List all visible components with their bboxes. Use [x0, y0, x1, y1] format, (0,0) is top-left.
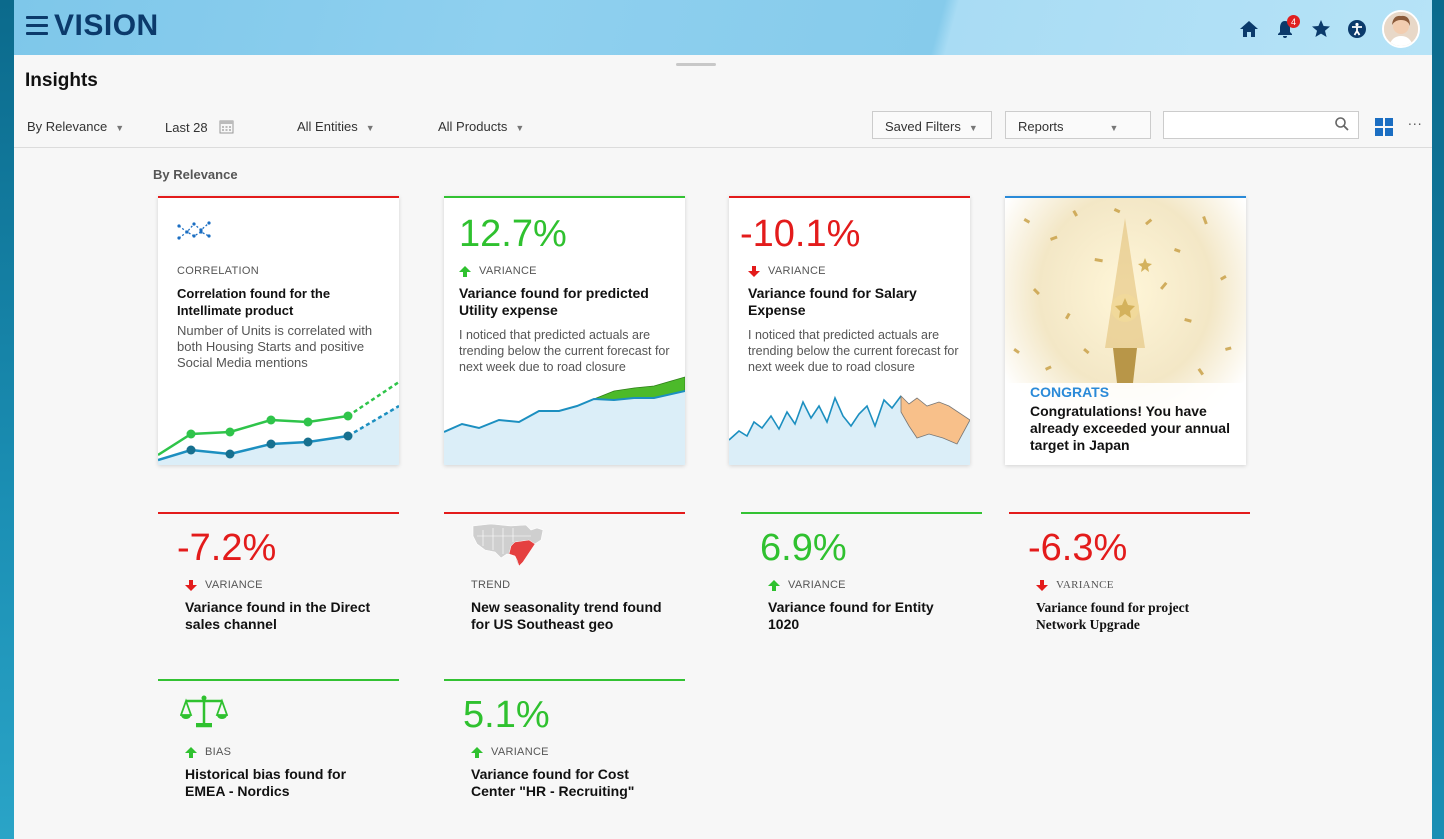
- card-category: VARIANCE: [1036, 579, 1114, 591]
- insight-card-project[interactable]: -6.3% VARIANCE Variance found for projec…: [1009, 512, 1250, 644]
- card-category: VARIANCE: [185, 579, 263, 591]
- sparkline-chart: [729, 395, 970, 465]
- arrow-up-icon: [471, 746, 483, 758]
- period-label: Last 28: [165, 120, 208, 135]
- search-box: [1163, 111, 1359, 139]
- card-category-label: BIAS: [205, 746, 232, 758]
- chevron-down-icon: ▼: [1109, 123, 1119, 133]
- card-value: -10.1%: [740, 213, 861, 255]
- arrow-up-icon: [185, 746, 197, 758]
- scale-icon: [180, 695, 228, 728]
- card-category-label: VARIANCE: [479, 265, 537, 277]
- sort-dropdown[interactable]: By Relevance ▼: [27, 119, 124, 134]
- page-title: Insights: [25, 70, 98, 91]
- sparkline-chart: [158, 380, 399, 465]
- card-category-label: VARIANCE: [768, 265, 826, 277]
- card-value: -7.2%: [177, 527, 277, 569]
- drag-handle[interactable]: [676, 63, 716, 66]
- card-title: Variance found for predicted Utility exp…: [459, 285, 649, 318]
- sparkline-chart: [444, 376, 685, 465]
- app-logo[interactable]: VISION: [54, 9, 159, 43]
- calendar-icon: [219, 120, 234, 134]
- left-background: [0, 0, 14, 839]
- star-icon[interactable]: [1310, 18, 1332, 40]
- products-dropdown[interactable]: All Products ▼: [438, 119, 524, 134]
- more-options-icon[interactable]: ∙∙∙: [1408, 115, 1423, 131]
- period-picker[interactable]: Last 28: [165, 119, 234, 135]
- main-content: Insights By Relevance ▼ Last 28 All Entit…: [14, 55, 1432, 839]
- saved-filters-label: Saved Filters: [885, 119, 961, 134]
- card-category-label: VARIANCE: [205, 579, 263, 591]
- insight-card-entity[interactable]: 6.9% VARIANCE Variance found for Entity …: [741, 512, 982, 644]
- card-title: Historical bias found for EMEA - Nordics: [185, 766, 347, 799]
- search-input[interactable]: [1168, 113, 1332, 139]
- products-label: All Products: [438, 119, 508, 134]
- chevron-down-icon: ▼: [365, 123, 375, 133]
- insight-card-direct[interactable]: -7.2% VARIANCE Variance found in the Dir…: [158, 512, 399, 644]
- card-title: Variance found for project Network Upgra…: [1036, 600, 1190, 632]
- correlation-icon: [177, 221, 211, 240]
- entities-label: All Entities: [297, 119, 358, 134]
- avatar[interactable]: [1382, 10, 1420, 48]
- card-category: VARIANCE: [768, 579, 846, 591]
- card-title: Variance found for Entity 1020: [768, 599, 934, 632]
- insight-card-utility[interactable]: 12.7% VARIANCE Variance found for predic…: [444, 196, 685, 465]
- arrow-down-icon: [185, 579, 197, 591]
- section-label: By Relevance: [153, 167, 238, 182]
- bell-icon[interactable]: 4: [1274, 15, 1300, 40]
- search-icon[interactable]: [1334, 116, 1350, 132]
- card-value: 12.7%: [459, 213, 567, 255]
- arrow-down-icon: [1036, 579, 1048, 591]
- home-icon[interactable]: [1238, 18, 1260, 40]
- notification-badge: 4: [1287, 15, 1300, 28]
- insight-card-salary[interactable]: -10.1% VARIANCE Variance found for Salar…: [729, 196, 970, 465]
- entities-dropdown[interactable]: All Entities ▼: [297, 119, 375, 134]
- card-title: Correlation found for the Intellimate pr…: [177, 286, 331, 318]
- card-value: 6.9%: [760, 527, 847, 569]
- card-category-label: VARIANCE: [788, 579, 846, 591]
- reports-dropdown[interactable]: Reports ▼: [1005, 111, 1151, 139]
- card-category-label: VARIANCE: [1056, 579, 1114, 591]
- insight-card-trend[interactable]: TREND New seasonality trend found for US…: [444, 512, 685, 644]
- card-value: 5.1%: [463, 694, 550, 736]
- filter-toolbar: By Relevance ▼ Last 28 All Entities ▼ All …: [14, 107, 1432, 148]
- insight-card-correlation[interactable]: CORRELATION Correlation found for the In…: [158, 196, 399, 465]
- right-background: [1432, 0, 1444, 839]
- insight-card-bias[interactable]: BIAS Historical bias found for EMEA - No…: [158, 679, 399, 811]
- card-description: Number of Units is correlated with both …: [177, 323, 373, 370]
- card-title: Variance found for Salary Expense: [748, 285, 917, 318]
- card-category: VARIANCE: [459, 265, 537, 277]
- chevron-down-icon: ▼: [115, 123, 125, 133]
- card-description: I noticed that predicted actuals are tre…: [748, 328, 959, 374]
- saved-filters-dropdown[interactable]: Saved Filters ▼: [872, 111, 992, 139]
- card-category: CONGRATS: [1030, 384, 1110, 400]
- arrow-up-icon: [768, 579, 780, 591]
- card-category: CORRELATION: [177, 265, 259, 277]
- card-category: TREND: [471, 579, 511, 591]
- accessibility-icon[interactable]: [1346, 18, 1368, 40]
- sort-label: By Relevance: [27, 119, 108, 134]
- card-value: -6.3%: [1028, 527, 1128, 569]
- card-description: I noticed that predicted actuals are tre…: [459, 328, 670, 374]
- card-category: VARIANCE: [748, 265, 826, 277]
- grid-view-icon[interactable]: [1375, 118, 1393, 136]
- card-category-label: VARIANCE: [491, 746, 549, 758]
- card-title: Congratulations! You have already exceed…: [1030, 403, 1230, 453]
- app-header: VISION 4: [14, 0, 1432, 55]
- insight-card-cost[interactable]: 5.1% VARIANCE Variance found for Cost Ce…: [444, 679, 685, 811]
- card-title: Variance found for Cost Center "HR - Rec…: [471, 766, 635, 799]
- card-category: BIAS: [185, 746, 231, 758]
- header-actions: 4: [1238, 10, 1420, 48]
- menu-icon[interactable]: [26, 16, 48, 36]
- reports-label: Reports: [1018, 119, 1064, 134]
- insight-card-congrats[interactable]: CONGRATS Congratulations! You have alrea…: [1005, 196, 1246, 465]
- arrow-down-icon: [748, 265, 760, 277]
- arrow-up-icon: [459, 265, 471, 277]
- card-title: Variance found in the Direct sales chann…: [185, 599, 371, 632]
- card-category: VARIANCE: [471, 746, 549, 758]
- us-map-icon: [472, 523, 544, 567]
- card-title: New seasonality trend found for US South…: [471, 599, 662, 632]
- chevron-down-icon: ▼: [515, 123, 525, 133]
- chevron-down-icon: ▼: [968, 123, 978, 133]
